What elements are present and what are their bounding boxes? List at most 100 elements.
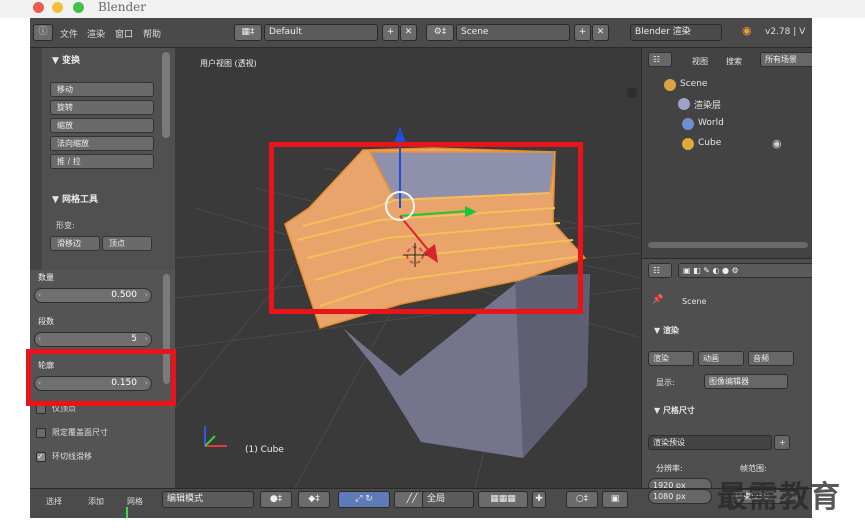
remove-scene-icon[interactable]: ✕ <box>592 24 609 41</box>
display-label: 显示: <box>656 378 675 387</box>
audio-button[interactable]: 音频 <box>748 351 794 366</box>
menu-file[interactable]: 文件 <box>60 27 78 40</box>
viewport-title: 用户视图 (透视) <box>200 59 257 68</box>
tool-shelf: ▼ 变换 移动 旋转 缩放 法向缩放 推 / 拉 ▼ 网格工具 形变: 滑移边 … <box>42 48 175 270</box>
render-button[interactable]: 渲染 <box>648 351 694 366</box>
outliner-search-menu[interactable]: 搜索 <box>726 56 742 67</box>
pin-icon[interactable]: 📌 <box>652 295 663 305</box>
segments-value: 5 <box>131 334 137 344</box>
render-preset-selector[interactable]: 渲染预设 <box>648 435 772 450</box>
highlight-box-bevel <box>269 142 583 314</box>
outliner-item-render-layers[interactable]: 渲染层 <box>694 98 721 111</box>
menu-select[interactable]: 选择 <box>46 496 62 507</box>
increment-arrow-icon[interactable]: › <box>145 290 148 299</box>
transform-panel-header[interactable]: ▼ 变换 <box>52 53 80 66</box>
push-pull-button[interactable]: 推 / 拉 <box>50 154 154 169</box>
mesh-object-icon <box>682 138 694 150</box>
outliner-item-scene[interactable]: Scene <box>680 79 707 89</box>
active-object-label: (1) Cube <box>245 445 284 455</box>
menu-window[interactable]: 窗口 <box>115 27 133 40</box>
highlight-box-profile <box>26 349 176 406</box>
menu-render[interactable]: 渲染 <box>87 27 105 40</box>
resolution-label: 分辨率: <box>656 464 683 473</box>
proportional-edit-icon[interactable]: ○‡ <box>566 491 598 508</box>
clamp-overlap-checkbox[interactable] <box>36 428 46 438</box>
amount-value: 0.500 <box>111 290 137 300</box>
tool-shelf-scrollbar[interactable] <box>162 52 170 138</box>
orientation-selector[interactable]: 全局 <box>422 491 474 508</box>
z-axis-arrowhead-icon[interactable] <box>394 126 406 143</box>
scene-icon <box>664 79 676 91</box>
3d-view-header: 选择 添加 网格 编辑模式 ●‡ ◆‡ ⤢ ↻ ╱╱ 全局 ▦▦▦ ✚ ○‡ ▣… <box>30 488 812 518</box>
add-scene-icon[interactable]: + <box>574 24 591 41</box>
manipulator-icons[interactable]: ⤢ ↻ <box>338 491 390 508</box>
outliner-display-mode[interactable]: 所有场景 <box>760 52 812 67</box>
render-preview-icon[interactable]: ▣ <box>602 491 628 508</box>
outliner-scrollbar[interactable] <box>648 242 808 248</box>
watermark: 最需教育 <box>717 480 841 515</box>
layer-icons[interactable]: ▦▦▦ <box>478 491 528 508</box>
blender-logo-icon: ◉ <box>742 24 752 37</box>
app-title: Blender <box>98 0 147 14</box>
outliner-item-cube[interactable]: Cube <box>698 138 721 148</box>
decrement-arrow-icon[interactable]: ‹ <box>38 334 41 343</box>
render-panel-header[interactable]: ▼ 渲染 <box>654 325 679 336</box>
close-window-button[interactable] <box>33 2 44 13</box>
mesh-tools-panel-header[interactable]: ▼ 网格工具 <box>52 192 98 205</box>
loop-slide-label: 环切线滑移 <box>52 452 92 461</box>
amount-label: 数量 <box>38 273 54 282</box>
visibility-eye-icon[interactable]: ◉ <box>772 137 782 150</box>
segments-field[interactable]: ‹ 5 › <box>34 332 152 347</box>
version-label: v2.78 | V <box>765 27 806 37</box>
rotate-button[interactable]: 旋转 <box>50 100 154 115</box>
resolution-y-field[interactable]: 1080 px <box>648 489 712 504</box>
shrink-fatten-button[interactable]: 法向缩放 <box>50 136 154 151</box>
outliner-editor-icon[interactable]: ☷ <box>648 52 672 67</box>
render-engine-selector[interactable]: Blender 渲染 <box>630 24 722 41</box>
zoom-window-button[interactable] <box>73 2 84 13</box>
layout-icon[interactable]: ▦‡ <box>234 24 262 41</box>
properties-editor: ☷ ▣ ◧ ✎ ◐ ● ⚙ 📌 Scene ▼ 渲染 渲染 动画 音频 显示: … <box>641 258 812 493</box>
slide-edge-button[interactable]: 滑移边 <box>50 236 100 251</box>
layout-selector[interactable]: Default <box>264 24 378 41</box>
world-icon <box>682 118 694 130</box>
pivot-point-icon[interactable]: ◆‡ <box>298 491 330 508</box>
render-layer-icon <box>678 98 690 110</box>
viewport-shading-icon[interactable]: ●‡ <box>260 491 292 508</box>
scene-icon[interactable]: ⚙‡ <box>426 24 454 41</box>
amount-field[interactable]: ‹ 0.500 › <box>34 288 152 303</box>
scale-button[interactable]: 缩放 <box>50 118 154 133</box>
menu-help[interactable]: 帮助 <box>143 27 161 40</box>
menu-add[interactable]: 添加 <box>88 496 104 507</box>
editor-type-info-icon[interactable]: ⓘ <box>33 24 53 41</box>
snap-icon[interactable]: ✚ <box>532 491 546 508</box>
remove-layout-icon[interactable]: ✕ <box>400 24 417 41</box>
window-title-bar: Blender <box>0 0 865 18</box>
dimensions-panel-header[interactable]: ▼ 尺格尺寸 <box>654 405 695 416</box>
outliner-view-menu[interactable]: 视图 <box>692 56 708 67</box>
segments-label: 段数 <box>38 317 54 326</box>
properties-editor-icon[interactable]: ☷ <box>648 263 672 278</box>
outliner: ☷ 视图 搜索 所有场景 Scene 渲染层 World Cube ◉ <box>641 48 812 258</box>
loop-slide-checkbox[interactable]: ✓ <box>36 452 46 462</box>
viewport-corner-widget[interactable] <box>627 88 637 98</box>
outliner-item-world[interactable]: World <box>698 118 724 128</box>
display-selector[interactable]: 图像编辑器 <box>704 374 788 389</box>
scene-selector[interactable]: Scene <box>456 24 570 41</box>
increment-arrow-icon[interactable]: › <box>145 334 148 343</box>
properties-context-tabs[interactable]: ▣ ◧ ✎ ◐ ● ⚙ <box>678 263 812 278</box>
decrement-arrow-icon[interactable]: ‹ <box>38 290 41 299</box>
context-scene-label: Scene <box>682 297 707 306</box>
vertex-slide-button[interactable]: 顶点 <box>102 236 152 251</box>
add-preset-icon[interactable]: + <box>774 435 790 450</box>
view-axis-y-icon <box>204 435 216 447</box>
animation-button[interactable]: 动画 <box>698 351 744 366</box>
menu-mesh[interactable]: 网格 <box>127 496 143 507</box>
add-layout-icon[interactable]: + <box>382 24 399 41</box>
timeline-current-frame-marker[interactable] <box>126 507 128 518</box>
mode-selector[interactable]: 编辑模式 <box>162 491 254 508</box>
info-header: ⓘ 文件 渲染 窗口 帮助 ▦‡ Default + ✕ ⚙‡ Scene + … <box>30 18 812 48</box>
clamp-overlap-label: 限定覆盖面尺寸 <box>52 428 108 437</box>
move-button[interactable]: 移动 <box>50 82 154 97</box>
minimize-window-button[interactable] <box>52 2 63 13</box>
